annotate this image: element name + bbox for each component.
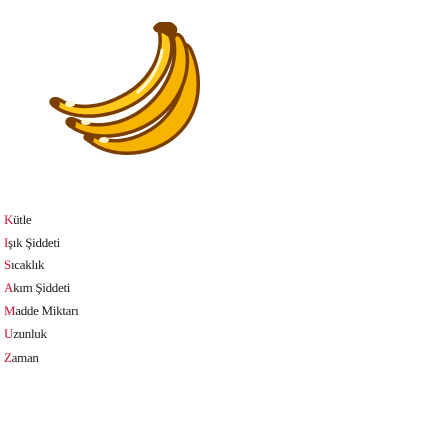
word-rest: zunluk: [13, 326, 47, 341]
word-rest: aman: [11, 350, 39, 365]
banana-bunch-icon: [49, 22, 200, 155]
list-item: Madde Miktarı: [4, 303, 79, 318]
list-item: Uzunluk: [4, 326, 47, 341]
word-rest: ütle: [13, 212, 32, 227]
banana-stem: [152, 22, 178, 37]
word-rest: şık Şiddeti: [8, 235, 60, 250]
list-item: Işık Şiddeti: [4, 235, 60, 250]
initial-letter: S: [4, 257, 11, 272]
initial-letter: U: [4, 326, 14, 341]
word-rest: kım Şiddeti: [13, 280, 71, 295]
initial-letter: K: [4, 212, 14, 227]
canvas: Kütle Işık Şiddeti Sıcaklık Akım Şiddeti…: [0, 0, 424, 424]
initial-letter: A: [4, 280, 14, 295]
list-item: Sıcaklık: [4, 257, 45, 272]
word-rest: adde Miktarı: [15, 303, 79, 318]
word-rest: ıcaklık: [10, 257, 45, 272]
list-item: Kütle: [4, 212, 32, 227]
list-item: Zaman: [4, 350, 39, 365]
initial-letter: Z: [4, 350, 12, 365]
initial-letter: M: [4, 303, 16, 318]
list-item: Akım Şiddeti: [4, 280, 70, 295]
